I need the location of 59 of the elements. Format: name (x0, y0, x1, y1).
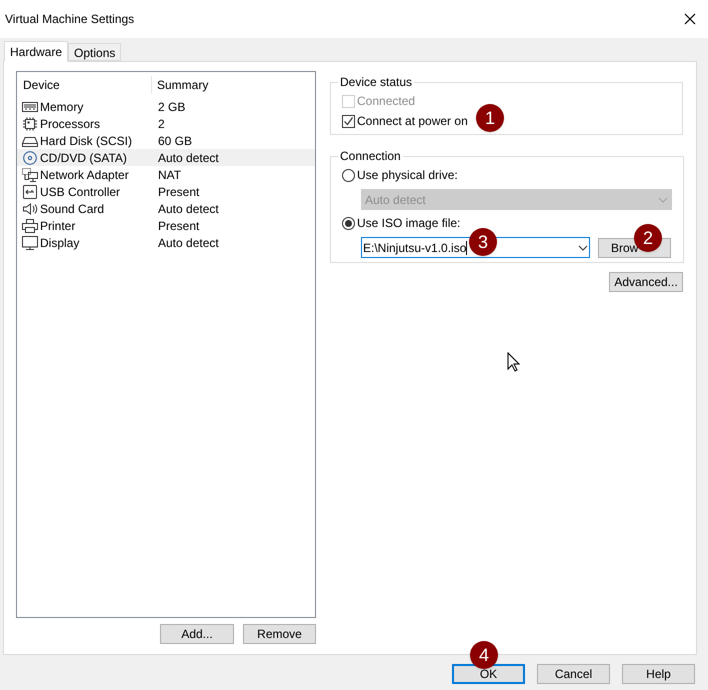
network-icon (22, 168, 38, 182)
device-summary: Present (158, 218, 200, 234)
column-header[interactable]: Summary (152, 76, 208, 94)
checkbox[interactable] (342, 114, 355, 128)
device-row[interactable]: Hard Disk (SCSI) 60 GB (17, 132, 315, 149)
tab[interactable]: Hardware (4, 41, 68, 62)
device-name: Sound Card (40, 200, 104, 218)
device-summary: 2 GB (158, 98, 186, 116)
device-row[interactable]: Memory 2 GB (17, 98, 315, 115)
radio-label: Use physical drive: (357, 167, 458, 184)
advanced-button[interactable]: Advanced... (609, 272, 683, 292)
device-summary: Auto detect (158, 200, 219, 218)
device-name: USB Controller (40, 184, 120, 200)
speaker-icon (22, 202, 38, 216)
device-row[interactable]: CD/DVD (SATA) Auto detect (17, 149, 315, 166)
disc-icon (22, 150, 38, 164)
radio-button[interactable] (342, 216, 355, 230)
device-row[interactable]: Network Adapter NAT (17, 166, 315, 183)
radio-label: Use ISO image file: (357, 215, 460, 232)
device-name: Display (40, 234, 80, 252)
device-name: CD/DVD (SATA) (40, 150, 127, 166)
window-title: Virtual Machine Settings (5, 11, 134, 28)
device-row[interactable]: Printer Present (17, 217, 315, 234)
add-button[interactable]: Add... (160, 624, 234, 644)
remove-button[interactable]: Remove (243, 624, 316, 644)
chip-icon (22, 116, 38, 130)
device-name: Processors (40, 116, 100, 132)
device-name: Hard Disk (SCSI) (40, 132, 132, 150)
cancel-button[interactable]: Cancel (537, 664, 610, 684)
group-title: Device status (339, 74, 414, 91)
device-name: Printer (40, 218, 76, 234)
checkbox-label: Connected (357, 93, 416, 110)
checkbox-label: Connect at power on (357, 113, 468, 130)
device-summary: Present (158, 184, 200, 200)
device-summary: Auto detect (158, 150, 219, 166)
memory-icon (22, 100, 38, 114)
device-summary: Auto detect (158, 234, 219, 252)
radio-button[interactable] (342, 168, 355, 182)
printer-icon (22, 218, 38, 232)
mouse-cursor-icon (507, 352, 520, 372)
device-summary: 60 GB (158, 132, 192, 150)
tab[interactable]: Options (68, 43, 122, 61)
device-row[interactable]: USB Controller Present (17, 183, 315, 200)
device-summary: 2 (158, 116, 165, 132)
column-header[interactable]: Device (17, 76, 152, 94)
device-name: Network Adapter (40, 166, 129, 184)
device-row[interactable]: Sound Card Auto detect (17, 200, 315, 217)
monitor-icon (22, 236, 38, 250)
device-row[interactable]: Display Auto detect (17, 234, 315, 251)
chevron-down-icon (658, 196, 668, 202)
group-title: Connection (339, 148, 402, 165)
device-name: Memory (40, 98, 84, 116)
ok-button[interactable]: OK (452, 664, 525, 684)
help-button[interactable]: Help (622, 664, 695, 684)
usb-icon (22, 184, 38, 198)
close-icon[interactable] (684, 13, 696, 25)
device-summary: NAT (158, 166, 182, 184)
chevron-down-icon (578, 244, 588, 250)
device-row[interactable]: Processors 2 (17, 115, 315, 132)
